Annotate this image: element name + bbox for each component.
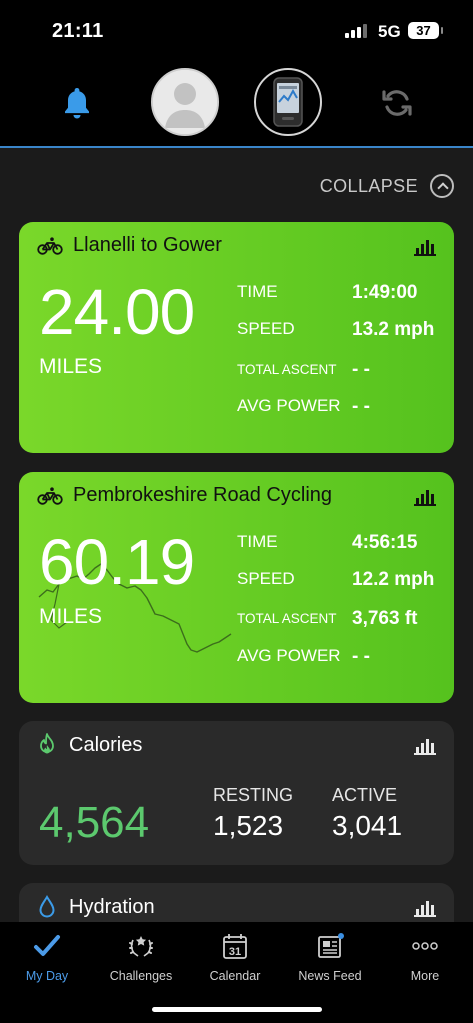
active-calories: ACTIVE 3,041 [332, 785, 402, 842]
distance-value: 24.00 [39, 276, 195, 348]
calendar-icon: 31 [223, 934, 247, 959]
metric-label: SPEED [237, 569, 295, 588]
metric-speed: SPEED 12.2 mph [237, 569, 447, 593]
tab-calendar[interactable]: 31 Calendar [188, 932, 282, 983]
metric-value: 3,763 ft [352, 608, 418, 629]
collapse-label: COLLAPSE [319, 175, 418, 196]
metric-ascent: TOTAL ASCENT - - [237, 359, 447, 383]
chevron-up-icon [430, 174, 454, 198]
calories-card[interactable]: Calories 4,564 RESTING 1,523 ACTIVE 3,04… [19, 721, 454, 865]
metric-label: TIME [237, 282, 278, 301]
bell-icon[interactable] [63, 86, 91, 120]
tab-label: My Day [25, 969, 69, 983]
bike-icon [37, 236, 63, 255]
tab-label: Challenges [109, 969, 173, 983]
collapse-button[interactable]: COLLAPSE [320, 174, 454, 198]
avatar[interactable] [151, 68, 219, 136]
metric-label: AVG POWER [237, 396, 341, 415]
laurel-icon [129, 936, 153, 957]
activity-title-row: Pembrokeshire Road Cycling [37, 484, 332, 507]
stats-icon[interactable] [414, 897, 436, 917]
activity-title: Pembrokeshire Road Cycling [73, 484, 333, 506]
metric-power: AVG POWER - - [237, 646, 447, 670]
stats-icon[interactable] [414, 486, 436, 506]
resting-calories: RESTING 1,523 [213, 785, 293, 842]
calories-total: 4,564 [39, 798, 150, 847]
distance-unit: MILES [39, 605, 103, 628]
metric-label: TOTAL ASCENT [237, 362, 337, 377]
distance-value: 60.19 [39, 526, 195, 598]
tab-label: Calendar [209, 969, 261, 983]
resting-value: 1,523 [213, 810, 284, 841]
metric-value: 4:56:15 [352, 532, 418, 553]
tab-news-feed[interactable]: News Feed [283, 932, 377, 983]
activity-card[interactable]: Pembrokeshire Road Cycling 60.19 MILES T… [19, 472, 454, 703]
status-bar: 21:11 5G 37 [0, 0, 473, 62]
metric-power: AVG POWER - - [237, 396, 447, 420]
signal-icon [345, 24, 371, 38]
device-icon[interactable] [254, 68, 322, 136]
my-day-screen: 21:11 5G 37 COLLAPSE Llanelli to Gower 2… [0, 0, 473, 1023]
metric-value: 13.2 mph [352, 319, 435, 340]
metric-value: - - [352, 396, 370, 417]
network-type: 5G [378, 22, 401, 41]
tab-my-day[interactable]: My Day [0, 932, 94, 983]
metric-value: - - [352, 646, 370, 667]
sync-icon[interactable] [380, 86, 414, 120]
status-time: 21:11 [52, 20, 104, 42]
metric-value: - - [352, 359, 370, 380]
active-label: ACTIVE [332, 785, 398, 805]
hydration-title-row: Hydration [37, 895, 155, 919]
tab-more[interactable]: More [378, 932, 472, 983]
top-header [0, 62, 473, 148]
active-value: 3,041 [332, 810, 403, 841]
newspaper-icon [318, 933, 344, 958]
activity-title-row: Llanelli to Gower [37, 234, 222, 257]
metric-value: 1:49:00 [352, 282, 418, 303]
calendar-day: 31 [229, 946, 241, 958]
resting-label: RESTING [213, 785, 294, 805]
metric-time: TIME 1:49:00 [237, 282, 447, 306]
metric-label: SPEED [237, 319, 295, 338]
battery-icon: 37 [408, 22, 443, 39]
more-icon [412, 942, 438, 950]
metric-label: AVG POWER [237, 646, 341, 665]
calories-title: Calories [69, 733, 143, 756]
stats-icon[interactable] [414, 236, 436, 256]
metric-label: TOTAL ASCENT [237, 611, 337, 626]
distance-unit: MILES [39, 355, 103, 378]
metric-speed: SPEED 13.2 mph [237, 319, 447, 343]
metric-label: TIME [237, 532, 278, 551]
calories-title-row: Calories [37, 733, 142, 757]
metric-value: 12.2 mph [352, 569, 435, 590]
tab-challenges[interactable]: Challenges [94, 932, 188, 983]
hydration-title: Hydration [69, 895, 155, 918]
tab-label: News Feed [298, 969, 362, 983]
home-indicator[interactable] [152, 1007, 322, 1012]
bike-icon [37, 486, 63, 505]
tab-label: More [410, 969, 440, 983]
stats-icon[interactable] [414, 735, 436, 755]
metric-time: TIME 4:56:15 [237, 532, 447, 556]
check-icon [34, 935, 60, 956]
activity-title: Llanelli to Gower [73, 234, 222, 256]
flame-icon [40, 733, 54, 754]
water-drop-icon [39, 895, 55, 918]
activity-card[interactable]: Llanelli to Gower 24.00 MILES TIME 1:49:… [19, 222, 454, 453]
metric-ascent: TOTAL ASCENT 3,763 ft [237, 608, 447, 632]
